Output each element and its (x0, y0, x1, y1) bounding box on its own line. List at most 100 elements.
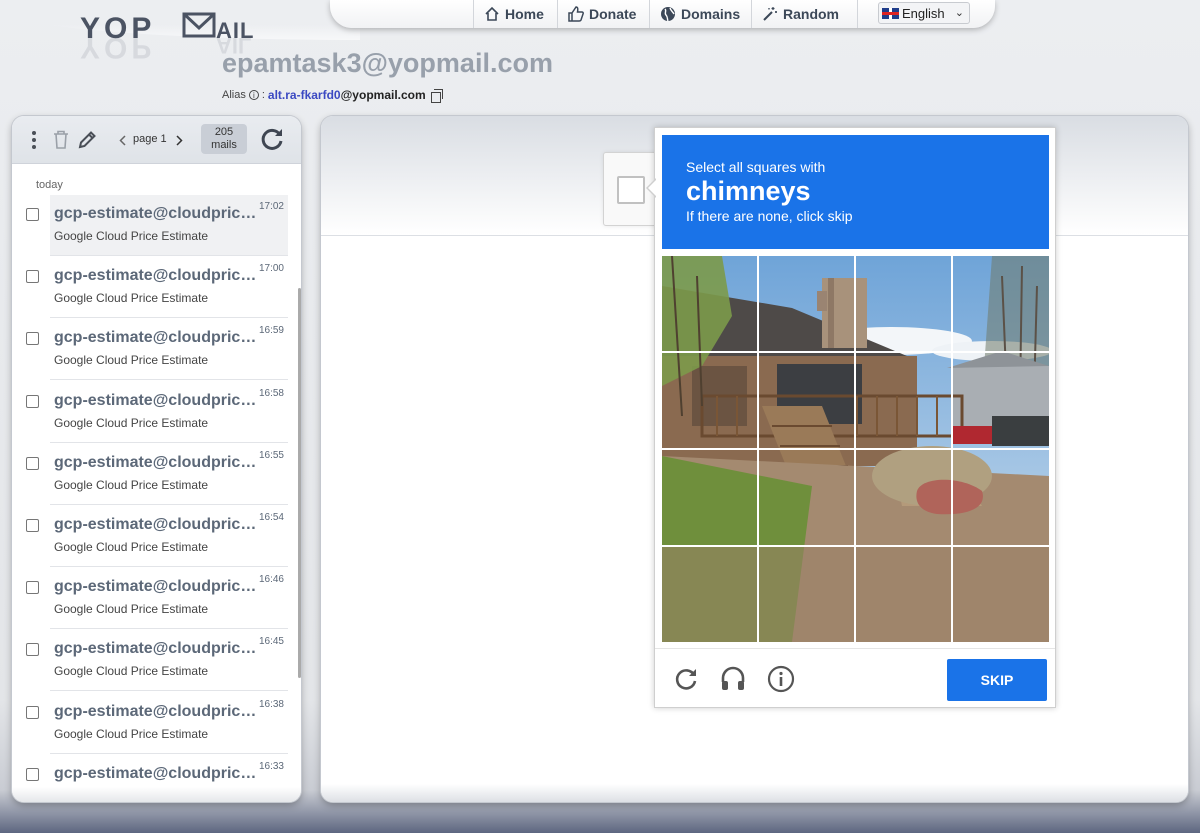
mail-subject: Google Cloud Price Estimate (54, 602, 209, 616)
mail-list-item[interactable]: gcp-estimate@cloudpricingcalculator.apps… (26, 630, 288, 691)
inbox-panel: page 1 205 mails today gcp-estimate@clou… (12, 116, 301, 802)
captcha-tile[interactable] (759, 449, 856, 546)
mail-sender: gcp-estimate@cloudpricingcalculator.apps… (54, 392, 259, 409)
captcha-tile[interactable] (952, 353, 1049, 450)
mail-count-unit: mails (211, 139, 237, 151)
nav-home[interactable]: Home (473, 0, 554, 28)
trash-icon[interactable] (53, 130, 69, 149)
mail-sender: gcp-estimate@cloudpricingcalculator.apps… (54, 454, 259, 471)
info-icon[interactable] (767, 665, 795, 693)
mail-checkbox[interactable] (26, 395, 39, 408)
day-label: today (36, 179, 63, 191)
more-vertical-icon[interactable] (29, 130, 39, 150)
captcha-tile[interactable] (856, 546, 953, 643)
nav-domains-label: Domains (681, 6, 741, 22)
captcha-tile[interactable] (759, 256, 856, 353)
mail-subject: Google Cloud Price Estimate (54, 727, 209, 741)
mail-subject: Google Cloud Price Estimate (54, 416, 209, 430)
alias-line: Alias i : alt.ra-fkarfd0@yopmail.com (222, 88, 443, 103)
mail-sender: gcp-estimate@cloudpricingcalculator.apps… (54, 703, 259, 720)
nav-random[interactable]: Random (751, 0, 858, 28)
mail-list-item[interactable]: gcp-estimate@cloudpricingcalculator.apps… (26, 568, 288, 629)
mail-sender: gcp-estimate@cloudpricingcalculator.apps… (54, 267, 259, 284)
globe-icon (661, 7, 675, 22)
captcha-tile[interactable] (856, 449, 953, 546)
mail-checkbox[interactable] (26, 457, 39, 470)
thumbs-up-icon (568, 6, 584, 22)
mail-time: 16:45 (258, 636, 284, 647)
captcha-tile[interactable] (662, 449, 759, 546)
chevron-right-icon[interactable] (176, 135, 183, 146)
skip-button[interactable]: SKIP (947, 659, 1047, 701)
audio-challenge-icon[interactable] (719, 665, 747, 693)
magic-wand-icon (763, 7, 777, 21)
mail-list-item[interactable]: gcp-estimate@cloudpricingcalculator.apps… (26, 506, 288, 567)
mail-checkbox[interactable] (26, 332, 39, 345)
info-icon[interactable]: i (248, 90, 259, 100)
nav-donate[interactable]: Donate (557, 0, 646, 28)
captcha-tile[interactable] (952, 256, 1049, 353)
mail-checkbox[interactable] (26, 706, 39, 719)
recaptcha-checkbox[interactable] (617, 176, 645, 204)
captcha-instruction-line: Select all squares with (686, 159, 826, 175)
mail-time: 17:02 (258, 201, 284, 212)
mail-time: 17:00 (258, 263, 284, 274)
mail-list-scrollbar[interactable] (298, 288, 301, 678)
captcha-instructions: Select all squares with chimneys If ther… (662, 135, 1049, 249)
mail-subject: Google Cloud Price Estimate (54, 664, 209, 678)
mail-checkbox[interactable] (26, 519, 39, 532)
nav-domains[interactable]: Domains (649, 0, 750, 28)
mail-checkbox[interactable] (26, 643, 39, 656)
captcha-image (662, 256, 1049, 642)
mail-count: 205 (214, 126, 234, 138)
mail-checkbox[interactable] (26, 581, 39, 594)
alias-name[interactable]: alt.ra-fkarfd0 (268, 88, 341, 102)
alias-domain: @yopmail.com (340, 88, 426, 102)
mail-list-item[interactable]: gcp-estimate@cloudpricingcalculator.apps… (26, 444, 288, 505)
captcha-tile[interactable] (759, 546, 856, 643)
captcha-tile[interactable] (856, 353, 953, 450)
captcha-tile[interactable] (952, 449, 1049, 546)
mail-subject: Google Cloud Price Estimate (54, 478, 209, 492)
refresh-icon[interactable] (259, 126, 285, 152)
mail-subject: Google Cloud Price Estimate (54, 229, 209, 243)
top-navigation: Home Donate Domains Random English ⌄ (330, 0, 995, 28)
mail-list-item[interactable]: gcp-estimate@cloudpricingcalculator.apps… (26, 195, 288, 256)
captcha-tile[interactable] (662, 353, 759, 450)
mail-sender: gcp-estimate@cloudpricingcalculator.apps… (54, 765, 259, 782)
compose-pencil-icon[interactable] (78, 130, 97, 149)
mail-time: 16:59 (258, 325, 284, 336)
mail-checkbox[interactable] (26, 270, 39, 283)
chevron-left-icon[interactable] (119, 135, 126, 146)
captcha-challenge: Select all squares with chimneys If ther… (646, 127, 1056, 708)
mail-count-badge: 205 mails (201, 124, 247, 154)
mail-time: 16:38 (258, 699, 284, 710)
copy-icon[interactable] (430, 88, 443, 103)
captcha-tile[interactable] (952, 546, 1049, 643)
mail-subject: Google Cloud Price Estimate (54, 353, 209, 367)
captcha-tile[interactable] (759, 353, 856, 450)
captcha-tile[interactable] (662, 546, 759, 643)
mail-list-item[interactable]: gcp-estimate@cloudpricingcalculator.apps… (26, 693, 288, 754)
captcha-tile[interactable] (856, 256, 953, 353)
captcha-tile-grid (662, 256, 1049, 642)
chevron-down-icon: ⌄ (954, 7, 964, 19)
nav-home-label: Home (505, 6, 544, 22)
mail-sender: gcp-estimate@cloudpricingcalculator.apps… (54, 205, 259, 222)
language-select[interactable]: English ⌄ (878, 2, 970, 24)
alias-label: Alias (222, 89, 246, 101)
mail-checkbox[interactable] (26, 768, 39, 781)
reload-icon[interactable] (672, 665, 700, 693)
captcha-tile[interactable] (662, 256, 759, 353)
mail-time: 16:58 (258, 388, 284, 399)
mail-sender: gcp-estimate@cloudpricingcalculator.apps… (54, 329, 259, 346)
mail-list-item[interactable]: gcp-estimate@cloudpricingcalculator.apps… (26, 257, 288, 318)
mail-sender: gcp-estimate@cloudpricingcalculator.apps… (54, 640, 259, 657)
mail-checkbox[interactable] (26, 208, 39, 221)
captcha-pointer-inner (648, 179, 657, 197)
inbox-toolbar: page 1 205 mails (12, 116, 301, 164)
uk-flag-icon (882, 7, 899, 19)
mail-list-item[interactable]: gcp-estimate@cloudpricingcalculator.apps… (26, 755, 288, 787)
mail-list-item[interactable]: gcp-estimate@cloudpricingcalculator.apps… (26, 382, 288, 443)
mail-list-item[interactable]: gcp-estimate@cloudpricingcalculator.apps… (26, 319, 288, 380)
